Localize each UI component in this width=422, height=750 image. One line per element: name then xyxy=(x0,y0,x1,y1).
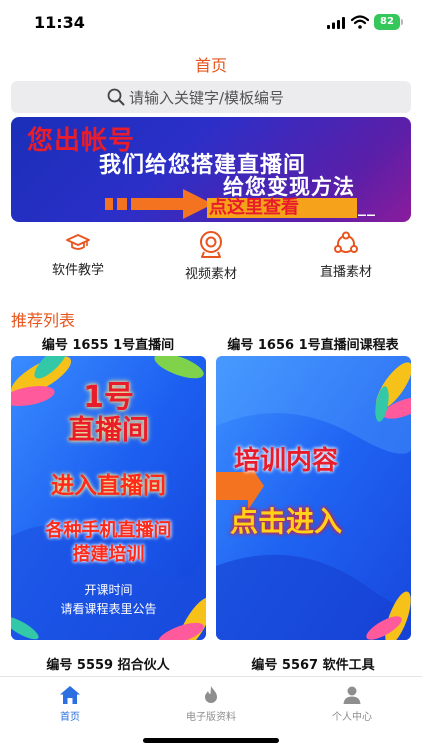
graduation-cap-icon xyxy=(66,234,90,250)
card-image-training[interactable]: 培训内容 点击进入 xyxy=(216,356,411,640)
flame-icon xyxy=(205,686,217,703)
tab-label-profile: 个人中心 xyxy=(332,712,372,723)
card-text: 培训内容 xyxy=(234,446,339,476)
card-text: 进入直播间 xyxy=(51,473,166,499)
home-indicator xyxy=(143,738,279,743)
quick-item-video-assets[interactable]: 视频素材 xyxy=(151,231,271,283)
battery-icon: 82 xyxy=(374,14,404,30)
user-icon xyxy=(343,686,361,704)
status-time: 11:34 xyxy=(34,13,85,32)
quick-label-video-assets: 视频素材 xyxy=(184,267,237,282)
page-title: 首页 xyxy=(194,56,227,75)
tab-ebook[interactable]: 电子版资料 xyxy=(141,685,281,723)
search-placeholder: 请输入关键字/模板编号 xyxy=(129,89,285,107)
section-title: 推荐列表 xyxy=(11,311,76,330)
banner-dashes: __ xyxy=(358,197,376,216)
card-title[interactable]: 编号 5567 软件工具 xyxy=(215,654,411,673)
signal-icon xyxy=(327,17,345,29)
card-text: 直播间 xyxy=(68,415,149,446)
arrow-icon xyxy=(105,189,213,219)
card-text: 点击进入 xyxy=(230,505,343,538)
card-title[interactable]: 编号 1655 1号直播间 xyxy=(10,334,206,353)
quick-item-software-tutorial[interactable]: 软件教学 xyxy=(18,231,138,283)
banner-cta[interactable]: 点这里查看 xyxy=(209,193,299,219)
search-bar[interactable]: 请输入关键字/模板编号 xyxy=(11,81,411,113)
network-icon xyxy=(334,231,358,253)
tab-home[interactable]: 首页 xyxy=(0,685,140,723)
card-title[interactable]: 编号 5559 招合伙人 xyxy=(10,654,206,673)
card-text: 请看课程表里公告 xyxy=(60,602,157,616)
tab-label-ebook: 电子版资料 xyxy=(186,712,236,723)
tab-label-home: 首页 xyxy=(60,712,80,723)
card-text: 各种手机直播间 xyxy=(45,520,172,541)
webcam-icon xyxy=(200,231,222,258)
card-background xyxy=(216,356,411,640)
home-icon xyxy=(60,686,80,704)
card-text: 搭建培训 xyxy=(72,544,145,565)
promo-banner[interactable]: 您出帐号 我们给您搭建直播间 给您变现方法 点这里查看 __ xyxy=(11,117,411,222)
quick-item-live-assets[interactable]: 直播素材 xyxy=(286,231,406,283)
card-image-live-room[interactable]: 1号 直播间 进入直播间 各种手机直播间 搭建培训 开课时间 请看课程表里公告 xyxy=(11,356,206,640)
quick-label-live-assets: 直播素材 xyxy=(319,265,372,280)
battery-level: 82 xyxy=(374,14,400,30)
card-title[interactable]: 编号 1656 1号直播间课程表 xyxy=(215,334,411,353)
search-icon xyxy=(107,88,125,106)
status-bar: 11:34 82 xyxy=(0,0,422,44)
wifi-icon xyxy=(351,15,369,29)
card-text: 开课时间 xyxy=(84,583,133,597)
tab-profile[interactable]: 个人中心 xyxy=(282,685,422,723)
quick-label-software-tutorial: 软件教学 xyxy=(51,263,104,278)
